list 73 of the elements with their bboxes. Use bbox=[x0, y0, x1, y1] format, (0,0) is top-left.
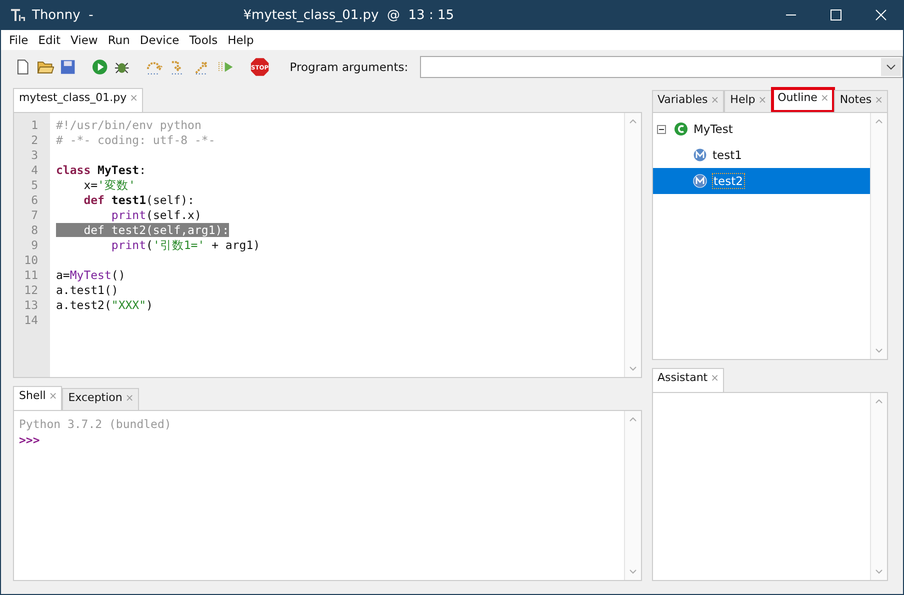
line-number: 5 bbox=[30, 178, 39, 193]
scroll-down-icon[interactable] bbox=[874, 347, 884, 355]
menu-item[interactable]: File bbox=[4, 33, 34, 47]
code-line: print(self.x) bbox=[110, 208, 202, 222]
code-line: def test1(self): bbox=[82, 193, 194, 207]
outline-item[interactable]: test2 bbox=[652, 168, 870, 194]
folder-icon[interactable] bbox=[36, 59, 54, 75]
menu-item[interactable]: Edit bbox=[33, 33, 66, 47]
shell-tab[interactable]: Exception × bbox=[62, 388, 139, 410]
scroll-down-icon[interactable] bbox=[628, 365, 638, 373]
line-number: 10 bbox=[23, 253, 39, 268]
scrollbar[interactable] bbox=[624, 113, 640, 377]
line-number: 12 bbox=[23, 283, 39, 298]
app-logo-icon bbox=[10, 7, 26, 23]
outline-item[interactable]: MyTest bbox=[652, 116, 870, 142]
close-icon[interactable] bbox=[875, 9, 887, 21]
step-over-icon[interactable] bbox=[145, 59, 164, 75]
dropdown-icon[interactable] bbox=[881, 58, 902, 76]
side-tab[interactable]: Variables × bbox=[652, 90, 724, 112]
shell-tab[interactable]: Shell × bbox=[13, 386, 62, 410]
side-tab[interactable]: Outline × bbox=[772, 88, 834, 112]
class-icon bbox=[674, 122, 688, 136]
run-icon[interactable] bbox=[92, 59, 108, 75]
menu-item[interactable]: View bbox=[66, 33, 103, 47]
scrollbar[interactable] bbox=[870, 393, 887, 580]
code-line: a.test1() bbox=[56, 283, 118, 297]
program-arguments-field[interactable] bbox=[420, 56, 904, 78]
maximize-icon[interactable] bbox=[830, 9, 842, 21]
collapse-icon[interactable] bbox=[656, 124, 666, 134]
code-line: x='変数' bbox=[82, 178, 136, 192]
scroll-down-icon[interactable] bbox=[628, 568, 638, 576]
save-icon[interactable] bbox=[60, 59, 76, 75]
scroll-up-icon[interactable] bbox=[628, 117, 638, 125]
line-number: 4 bbox=[30, 163, 39, 178]
method-icon bbox=[692, 174, 706, 188]
assistant-tab[interactable]: Assistant × bbox=[652, 368, 724, 392]
line-number: 8 bbox=[30, 223, 39, 238]
scroll-down-icon[interactable] bbox=[874, 568, 884, 576]
menu-item[interactable]: Tools bbox=[184, 33, 223, 47]
menu-item[interactable]: Help bbox=[222, 33, 259, 47]
scroll-up-icon[interactable] bbox=[874, 397, 884, 405]
code-line: class MyTest: bbox=[56, 163, 146, 177]
menu-item[interactable]: Run bbox=[102, 33, 135, 47]
code-line: # -*- coding: utf-8 -*- bbox=[56, 133, 216, 147]
line-number: 7 bbox=[30, 208, 39, 223]
menu-item[interactable]: Device bbox=[134, 33, 184, 47]
code-line: a=MyTest() bbox=[56, 268, 126, 282]
line-number: 14 bbox=[23, 313, 39, 328]
outline-item[interactable]: test1 bbox=[652, 142, 870, 168]
side-tab[interactable]: Notes × bbox=[834, 90, 888, 112]
editor-tab[interactable]: mytest_class_01.py × bbox=[13, 88, 144, 112]
line-number: 13 bbox=[23, 298, 39, 313]
code-line: a.test2("XXX") bbox=[56, 298, 153, 312]
side-tab[interactable]: Help × bbox=[724, 90, 772, 112]
window-title: ¥mytest_class_01.py @ 13 : 15 bbox=[243, 8, 454, 22]
scrollbar[interactable] bbox=[870, 113, 887, 359]
code-line: print('引数1=' + arg1) bbox=[110, 238, 260, 252]
line-number: 1 bbox=[30, 118, 39, 133]
method-icon bbox=[692, 148, 706, 162]
app-name: Thonny - bbox=[32, 8, 94, 22]
line-number: 2 bbox=[30, 133, 39, 148]
line-number: 6 bbox=[30, 193, 39, 208]
scroll-up-icon[interactable] bbox=[874, 117, 884, 125]
scrollbar[interactable] bbox=[624, 411, 640, 580]
shell-prompt: >>> bbox=[19, 432, 41, 448]
new-file-icon[interactable] bbox=[15, 59, 31, 75]
line-number: 9 bbox=[30, 238, 39, 253]
line-number: 3 bbox=[30, 148, 39, 163]
program-arguments-label: Program arguments: bbox=[290, 60, 408, 74]
shell-banner-text: Python 3.7.2 (bundled) bbox=[19, 416, 172, 432]
line-number: 11 bbox=[23, 268, 39, 283]
code-line: #!/usr/bin/env python bbox=[56, 118, 202, 132]
scroll-up-icon[interactable] bbox=[628, 415, 638, 423]
